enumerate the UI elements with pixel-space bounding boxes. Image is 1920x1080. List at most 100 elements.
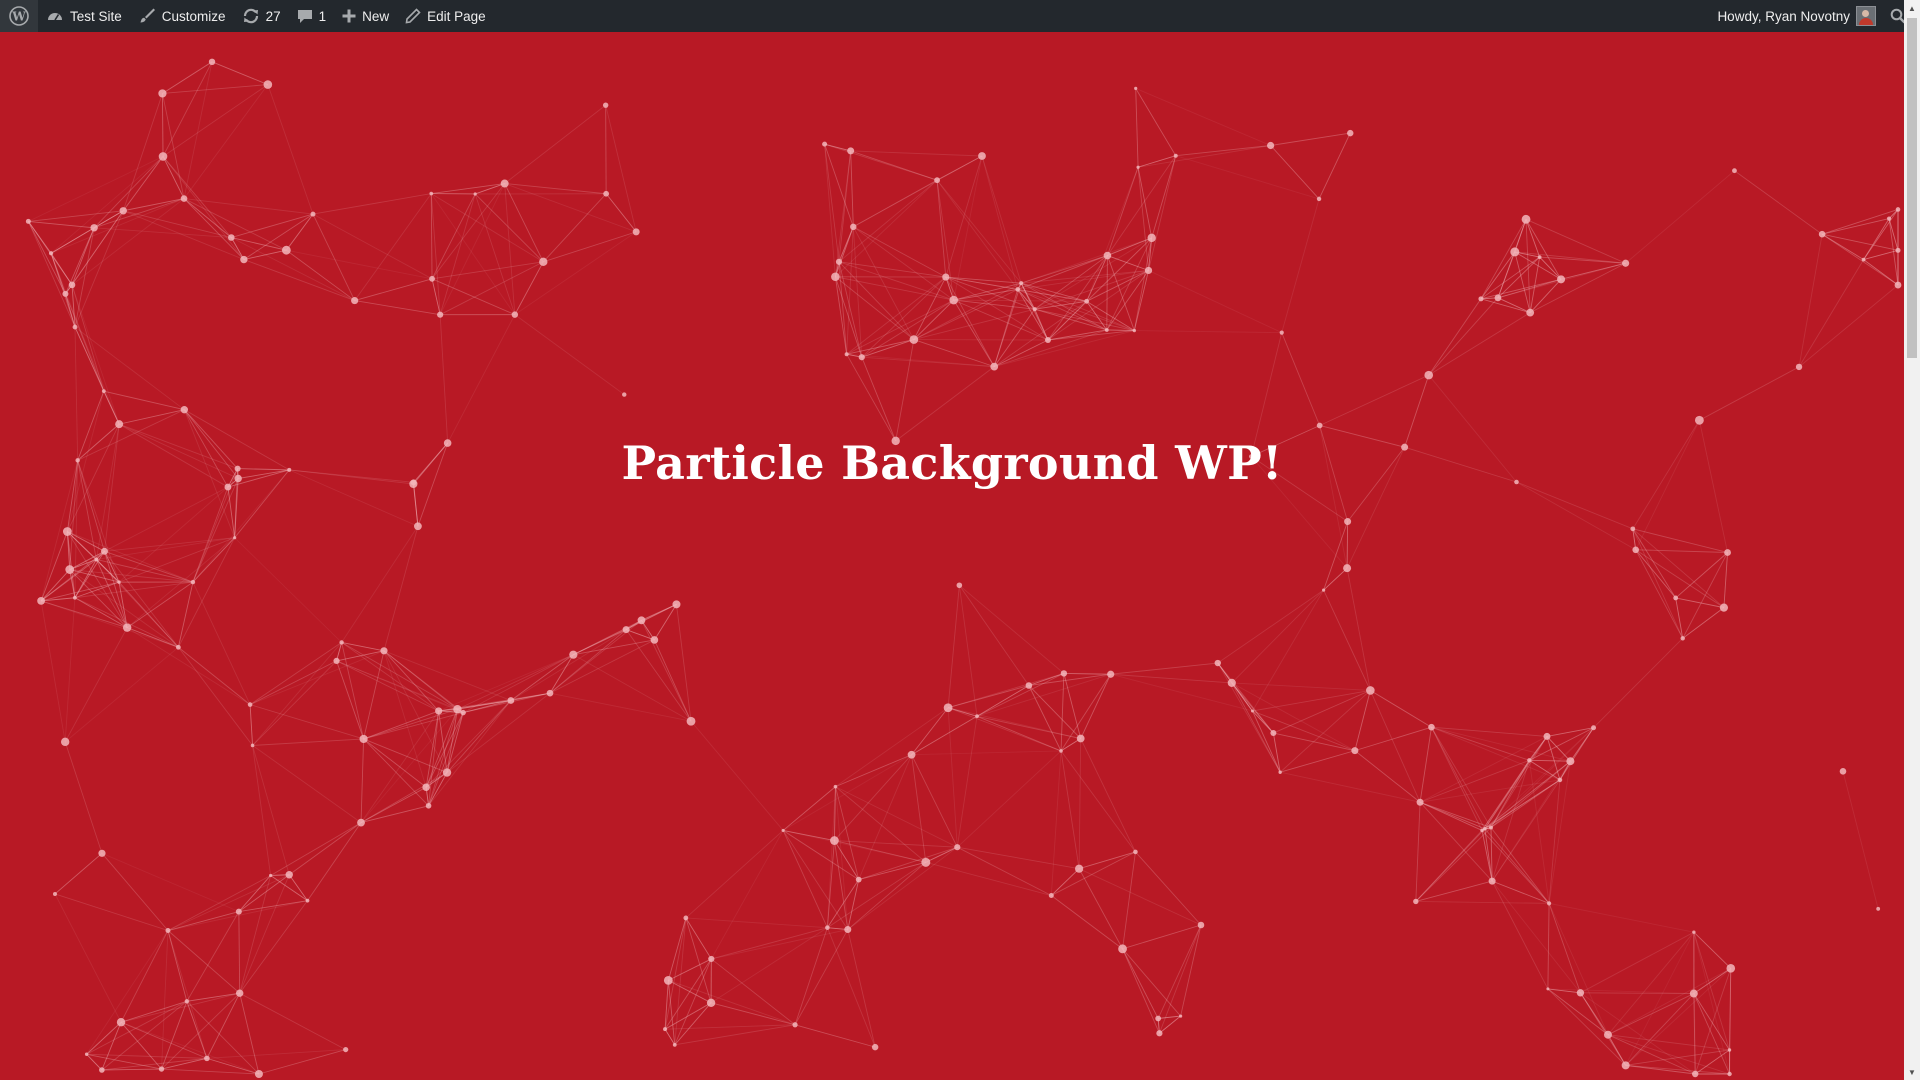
particle-link xyxy=(462,654,574,714)
particle-link xyxy=(1798,284,1899,368)
particle-link xyxy=(1480,219,1527,300)
comments-link[interactable]: 1 xyxy=(289,0,335,32)
particle-link xyxy=(1529,262,1626,314)
particle-link xyxy=(1525,219,1562,280)
particle-link xyxy=(383,650,439,712)
scroll-up-arrow-icon[interactable]: ▲ xyxy=(1904,0,1920,16)
particle-link xyxy=(711,929,848,960)
particle-dot xyxy=(632,228,640,236)
particle-link xyxy=(1281,332,1321,426)
particle-link xyxy=(354,278,433,302)
particle-link xyxy=(1484,760,1571,830)
particle-link xyxy=(1135,88,1177,156)
particle-link xyxy=(67,531,105,552)
particle-link xyxy=(514,231,637,315)
particle-link xyxy=(1415,880,1493,902)
particle-link xyxy=(1323,521,1349,591)
particle-dot xyxy=(1692,930,1696,934)
particle-link xyxy=(1419,727,1432,803)
wordpress-menu[interactable]: W xyxy=(0,0,38,32)
updates-link[interactable]: 27 xyxy=(234,0,289,32)
particle-link xyxy=(363,738,448,773)
particle-dot xyxy=(425,802,432,809)
particle-link xyxy=(1548,903,1581,993)
particle-link xyxy=(1273,689,1371,734)
particle-link xyxy=(835,707,949,787)
particle-dot xyxy=(990,362,999,371)
particle-link xyxy=(67,531,194,583)
particle-link xyxy=(126,537,235,628)
particle-link xyxy=(1034,300,1087,310)
particle-dot xyxy=(158,1066,165,1072)
particle-dot xyxy=(52,891,57,896)
particle-dot xyxy=(708,955,715,963)
particle-dot xyxy=(1424,370,1434,380)
particle-link xyxy=(1060,750,1080,869)
particle-link xyxy=(101,852,169,931)
particle-dot xyxy=(281,245,291,255)
particle-link xyxy=(1354,690,1371,751)
particle-dot xyxy=(158,152,168,161)
particle-link xyxy=(1699,366,1800,421)
particle-dot xyxy=(60,737,70,747)
particle-link xyxy=(162,84,269,157)
customize-link[interactable]: Customize xyxy=(130,0,234,32)
particle-link xyxy=(1354,750,1421,803)
particle-link xyxy=(1318,132,1351,200)
my-account-menu[interactable]: Howdy, Ryan Novotny xyxy=(1709,0,1884,32)
particle-dot xyxy=(435,707,443,715)
particle-dot xyxy=(1132,328,1137,333)
particle-link xyxy=(183,198,314,215)
particle-link xyxy=(286,249,433,280)
particle-link xyxy=(252,745,290,875)
particle-link xyxy=(258,1049,346,1075)
scroll-down-arrow-icon[interactable]: ▼ xyxy=(1904,1064,1920,1080)
particle-link xyxy=(1106,167,1139,256)
particle-link xyxy=(231,213,314,238)
particle-dot xyxy=(934,177,940,184)
edit-page-link[interactable]: Edit Page xyxy=(397,0,494,32)
particle-dot xyxy=(1147,233,1156,243)
particle-dot xyxy=(1179,1014,1183,1018)
particle-dot xyxy=(1719,603,1729,612)
page-scrollbar[interactable]: ▲ ▼ xyxy=(1904,0,1920,1080)
particle-link xyxy=(341,526,419,643)
particle-link xyxy=(1607,1034,1730,1051)
particle-link xyxy=(674,1002,712,1046)
particle-link xyxy=(514,314,625,395)
particle-link xyxy=(122,156,164,212)
particle-dot xyxy=(909,335,919,344)
particle-dot xyxy=(781,828,785,833)
particle-link xyxy=(782,786,836,831)
site-name-menu[interactable]: Test Site xyxy=(38,0,130,32)
particle-dot xyxy=(1107,670,1115,678)
particle-link xyxy=(1635,549,1684,639)
particle-link xyxy=(267,84,314,215)
particle-link xyxy=(161,992,241,1070)
particle-dot xyxy=(1173,153,1178,158)
particle-dot xyxy=(650,636,659,644)
particle-dot xyxy=(1134,86,1138,90)
particle-link xyxy=(1625,170,1735,264)
particle-dot xyxy=(978,152,986,160)
particle-link xyxy=(690,720,784,831)
particle-dot xyxy=(1557,275,1566,284)
particle-link xyxy=(1151,155,1177,238)
site-name-label: Test Site xyxy=(70,8,122,24)
particle-dot xyxy=(603,190,610,197)
particle-link xyxy=(177,581,194,648)
particle-link xyxy=(167,874,290,931)
scrollbar-thumb[interactable] xyxy=(1907,18,1917,358)
particle-link xyxy=(270,875,308,902)
particle-link xyxy=(177,537,236,648)
new-content-menu[interactable]: New xyxy=(334,0,397,32)
particle-link xyxy=(1635,549,1728,553)
particle-link xyxy=(1157,924,1202,1019)
particle-dot xyxy=(1621,1061,1630,1070)
particle-dot xyxy=(1692,1070,1699,1078)
particle-dot xyxy=(663,1027,668,1032)
particle-link xyxy=(1281,198,1320,333)
particle-link xyxy=(64,597,76,742)
particle-link xyxy=(206,992,241,1059)
particle-dot xyxy=(473,192,477,196)
